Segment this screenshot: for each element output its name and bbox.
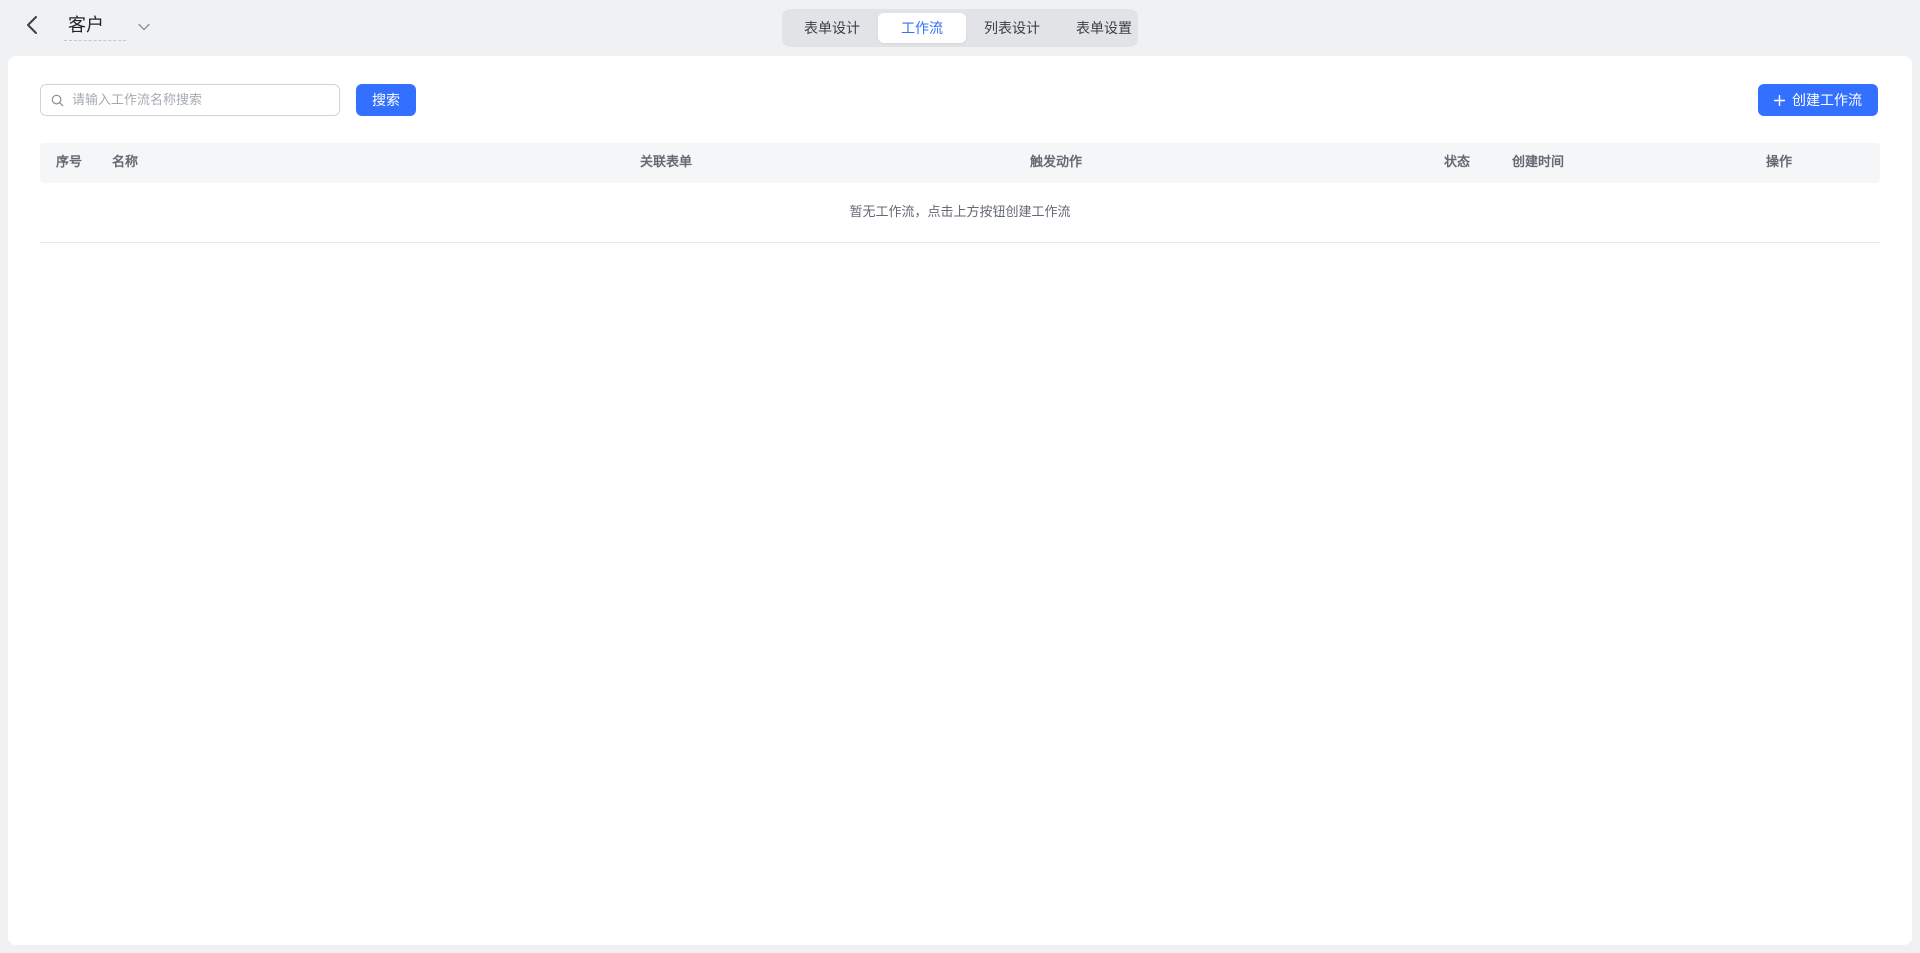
- search-box: [40, 84, 340, 116]
- top-bar: 客户 表单设计 工作流 列表设计 表单设置: [0, 0, 1920, 56]
- tab-workflow[interactable]: 工作流: [878, 13, 966, 43]
- create-workflow-label: 创建工作流: [1792, 93, 1862, 109]
- table-empty-row: 暂无工作流，点击上方按钮创建工作流: [40, 183, 1880, 243]
- search-icon: [51, 93, 65, 107]
- tab-form-design[interactable]: 表单设计: [786, 13, 878, 43]
- empty-state-text: 暂无工作流，点击上方按钮创建工作流: [849, 205, 1071, 220]
- tab-form-settings[interactable]: 表单设置: [1058, 13, 1150, 43]
- workflow-table: 序号 名称 关联表单 触发动作 状态 创建时间 操作 暂无工作流，点击上方按钮创…: [40, 143, 1880, 243]
- column-header-trigger-action: 触发动作: [1030, 155, 1083, 170]
- create-workflow-button[interactable]: 创建工作流: [1758, 84, 1878, 116]
- form-title-selector[interactable]: 客户: [64, 12, 152, 42]
- search-button[interactable]: 搜索: [356, 84, 416, 116]
- tab-list-design[interactable]: 列表设计: [966, 13, 1058, 43]
- form-title: 客户: [64, 14, 126, 41]
- search-input[interactable]: [72, 86, 339, 114]
- column-header-status: 状态: [1444, 155, 1471, 170]
- table-header: 序号 名称 关联表单 触发动作 状态 创建时间 操作: [40, 143, 1880, 183]
- column-header-linked-form: 关联表单: [640, 155, 693, 170]
- column-header-index: 序号: [56, 155, 83, 170]
- column-header-actions: 操作: [1766, 155, 1793, 170]
- column-header-name: 名称: [112, 155, 139, 170]
- back-button[interactable]: [20, 14, 46, 40]
- workflow-panel: 搜索 创建工作流 序号 名称 关联表单 触发动作 状态 创建时间 操作 暂无工作…: [8, 56, 1912, 945]
- column-header-created-time: 创建时间: [1512, 155, 1565, 170]
- chevron-down-icon: [138, 20, 152, 34]
- mode-tab-bar: 表单设计 工作流 列表设计 表单设置: [782, 9, 1138, 47]
- chevron-left-icon: [25, 15, 41, 39]
- plus-icon: [1774, 93, 1788, 107]
